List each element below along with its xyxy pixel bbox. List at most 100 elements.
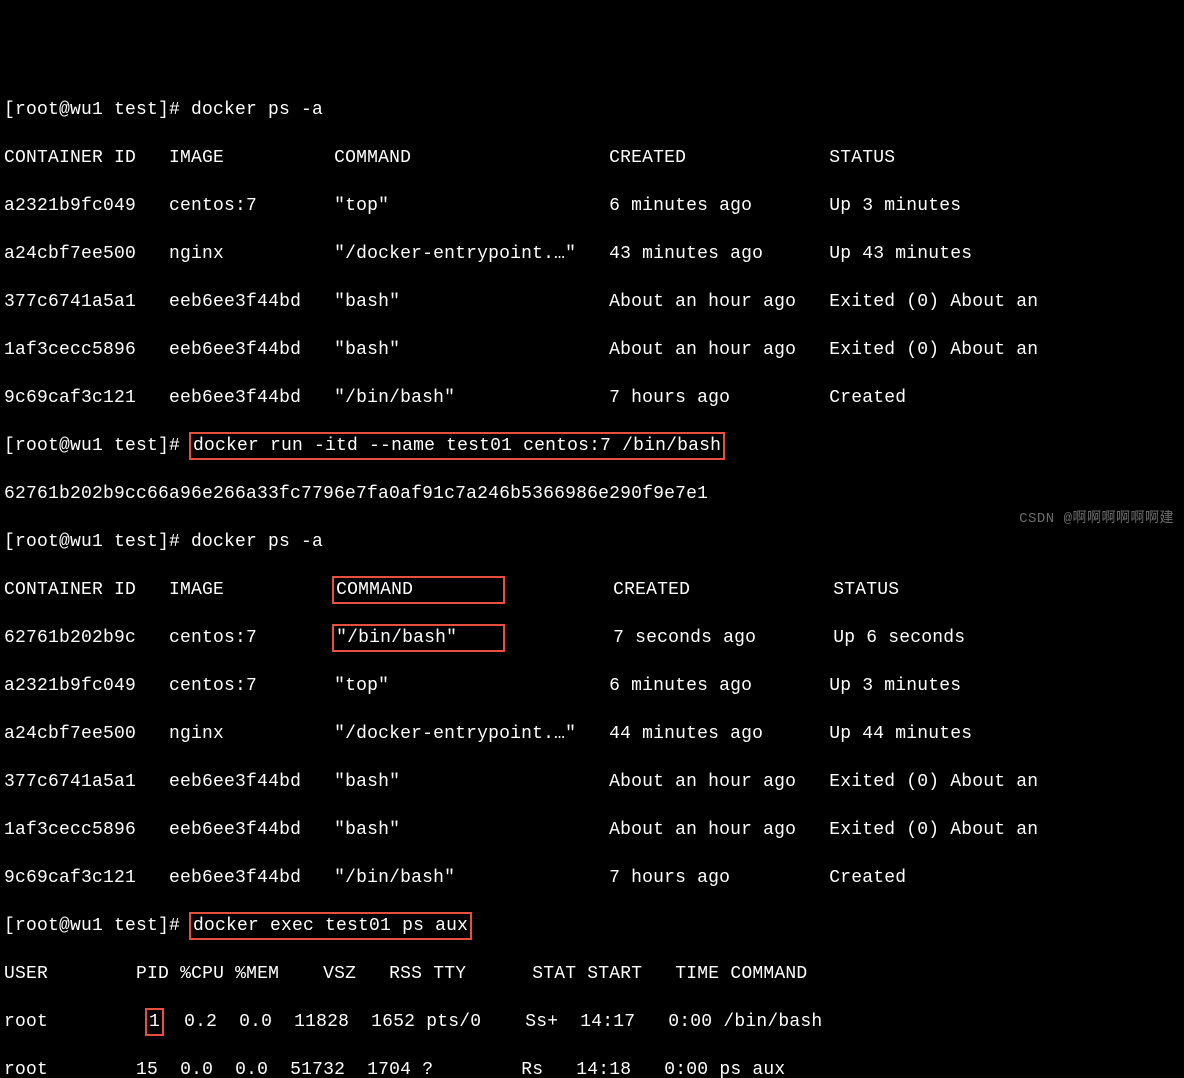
- table-row: 1af3cecc5896 eeb6ee3f44bd "bash" About a…: [4, 338, 1180, 362]
- header-id: CONTAINER ID: [4, 148, 136, 168]
- cell: "/bin/bash": [334, 868, 455, 888]
- ps-h-stat: STAT: [532, 964, 576, 984]
- ps-cell: root: [4, 1060, 48, 1078]
- highlight-command-header: COMMAND: [332, 576, 505, 604]
- cell: 43 minutes ago: [609, 244, 763, 264]
- cell: a2321b9fc049: [4, 196, 136, 216]
- ps-cell: ?: [422, 1060, 433, 1078]
- cell: Up 43 minutes: [829, 244, 972, 264]
- cell: 6 minutes ago: [609, 676, 752, 696]
- ps-cell: 51732: [290, 1060, 345, 1078]
- cell: nginx: [169, 724, 224, 744]
- ps-cell: Ss+: [525, 1012, 558, 1032]
- ps-cell: 1: [149, 1012, 160, 1032]
- cell: a2321b9fc049: [4, 676, 136, 696]
- ps-cell: 0.0: [180, 1060, 213, 1078]
- cell: 377c6741a5a1: [4, 292, 136, 312]
- cell: eeb6ee3f44bd: [169, 868, 301, 888]
- ps-cell: 0.0: [235, 1060, 268, 1078]
- cell: "/bin/bash": [334, 388, 455, 408]
- cell: About an hour ago: [609, 292, 796, 312]
- header-command: COMMAND: [336, 580, 413, 600]
- ps-cell: 11828: [294, 1012, 349, 1032]
- prompt-line: [root@wu1 test]# docker ps -a: [4, 98, 1180, 122]
- header-id: CONTAINER ID: [4, 580, 136, 600]
- cell: Created: [829, 388, 906, 408]
- table-row: a24cbf7ee500 nginx "/docker-entrypoint.……: [4, 242, 1180, 266]
- cell: Up 44 minutes: [829, 724, 972, 744]
- ps-cell: root: [4, 1012, 48, 1032]
- ps-cell: 0:00: [664, 1060, 708, 1078]
- header-image: IMAGE: [169, 580, 224, 600]
- cell: eeb6ee3f44bd: [169, 388, 301, 408]
- ps-h-time: TIME: [675, 964, 719, 984]
- cell: 7 hours ago: [609, 388, 730, 408]
- cell: eeb6ee3f44bd: [169, 772, 301, 792]
- cell: a24cbf7ee500: [4, 724, 136, 744]
- ps-cell: 0.2: [184, 1012, 217, 1032]
- cell: centos:7: [169, 676, 257, 696]
- cell: Created: [829, 868, 906, 888]
- cell: 1af3cecc5896: [4, 340, 136, 360]
- ps-row: root 1 0.2 0.0 11828 1652 pts/0 Ss+ 14:1…: [4, 1010, 1180, 1034]
- watermark: CSDN @啊啊啊啊啊啊建: [1019, 507, 1174, 531]
- prompt: [root@wu1 test]#: [4, 916, 191, 936]
- prompt-line: [root@wu1 test]# docker run -itd --name …: [4, 434, 1180, 458]
- ps-h-pid: PID: [136, 964, 169, 984]
- cell: "bash": [334, 292, 400, 312]
- prompt: [root@wu1 test]#: [4, 100, 191, 120]
- header-image: IMAGE: [169, 148, 224, 168]
- cell: "bash": [334, 340, 400, 360]
- ps-h-rss: RSS: [389, 964, 422, 984]
- cell: About an hour ago: [609, 820, 796, 840]
- header-command: COMMAND: [334, 148, 411, 168]
- command[interactable]: docker ps -a: [191, 100, 323, 120]
- run-output: 62761b202b9cc66a96e266a33fc7796e7fa0af91…: [4, 482, 1180, 506]
- cell: "/docker-entrypoint.…": [334, 244, 576, 264]
- cell: Exited (0) About an: [829, 292, 1038, 312]
- ps-cell: 14:18: [576, 1060, 631, 1078]
- prompt: [root@wu1 test]#: [4, 532, 191, 552]
- cell: About an hour ago: [609, 340, 796, 360]
- cell: About an hour ago: [609, 772, 796, 792]
- command[interactable]: docker ps -a: [191, 532, 323, 552]
- cell: 9c69caf3c121: [4, 868, 136, 888]
- highlight-command-cell: "/bin/bash": [332, 624, 505, 652]
- cell: eeb6ee3f44bd: [169, 340, 301, 360]
- cell: 62761b202b9c: [4, 628, 136, 648]
- table-row: 1af3cecc5896 eeb6ee3f44bd "bash" About a…: [4, 818, 1180, 842]
- table-row: 62761b202b9c centos:7 "/bin/bash" 7 seco…: [4, 626, 1180, 650]
- cell: 6 minutes ago: [609, 196, 752, 216]
- ps-cell: pts/0: [426, 1012, 481, 1032]
- cell: eeb6ee3f44bd: [169, 292, 301, 312]
- command[interactable]: docker exec test01 ps aux: [193, 916, 468, 936]
- command[interactable]: docker run -itd --name test01 centos:7 /…: [193, 436, 721, 456]
- highlight-run-command: docker run -itd --name test01 centos:7 /…: [189, 432, 725, 460]
- ps-cell: 0.0: [239, 1012, 272, 1032]
- cell: 9c69caf3c121: [4, 388, 136, 408]
- ps-row: root 15 0.0 0.0 51732 1704 ? Rs 14:18 0:…: [4, 1058, 1180, 1078]
- cell: 7 hours ago: [609, 868, 730, 888]
- highlight-exec-command: docker exec test01 ps aux: [189, 912, 472, 940]
- ps-cell: 15: [136, 1060, 158, 1078]
- cell: Exited (0) About an: [829, 772, 1038, 792]
- ps-cell: /bin/bash: [723, 1012, 822, 1032]
- prompt-line: [root@wu1 test]# docker ps -a: [4, 530, 1180, 554]
- ps-h-tty: TTY: [433, 964, 466, 984]
- cell: Up 3 minutes: [829, 676, 961, 696]
- header-status: STATUS: [833, 580, 899, 600]
- table-row: a24cbf7ee500 nginx "/docker-entrypoint.……: [4, 722, 1180, 746]
- ps-cell: ps aux: [719, 1060, 785, 1078]
- cell: 7 seconds ago: [613, 628, 756, 648]
- table-row: a2321b9fc049 centos:7 "top" 6 minutes ag…: [4, 674, 1180, 698]
- table-header: CONTAINER ID IMAGE COMMAND CREATED STATU…: [4, 578, 1180, 602]
- cell: "top": [334, 676, 389, 696]
- cell: 1af3cecc5896: [4, 820, 136, 840]
- cell: a24cbf7ee500: [4, 244, 136, 264]
- cell: Exited (0) About an: [829, 820, 1038, 840]
- ps-h-start: START: [587, 964, 642, 984]
- header-created: CREATED: [613, 580, 690, 600]
- header-created: CREATED: [609, 148, 686, 168]
- ps-h-user: USER: [4, 964, 48, 984]
- table-row: 9c69caf3c121 eeb6ee3f44bd "/bin/bash" 7 …: [4, 866, 1180, 890]
